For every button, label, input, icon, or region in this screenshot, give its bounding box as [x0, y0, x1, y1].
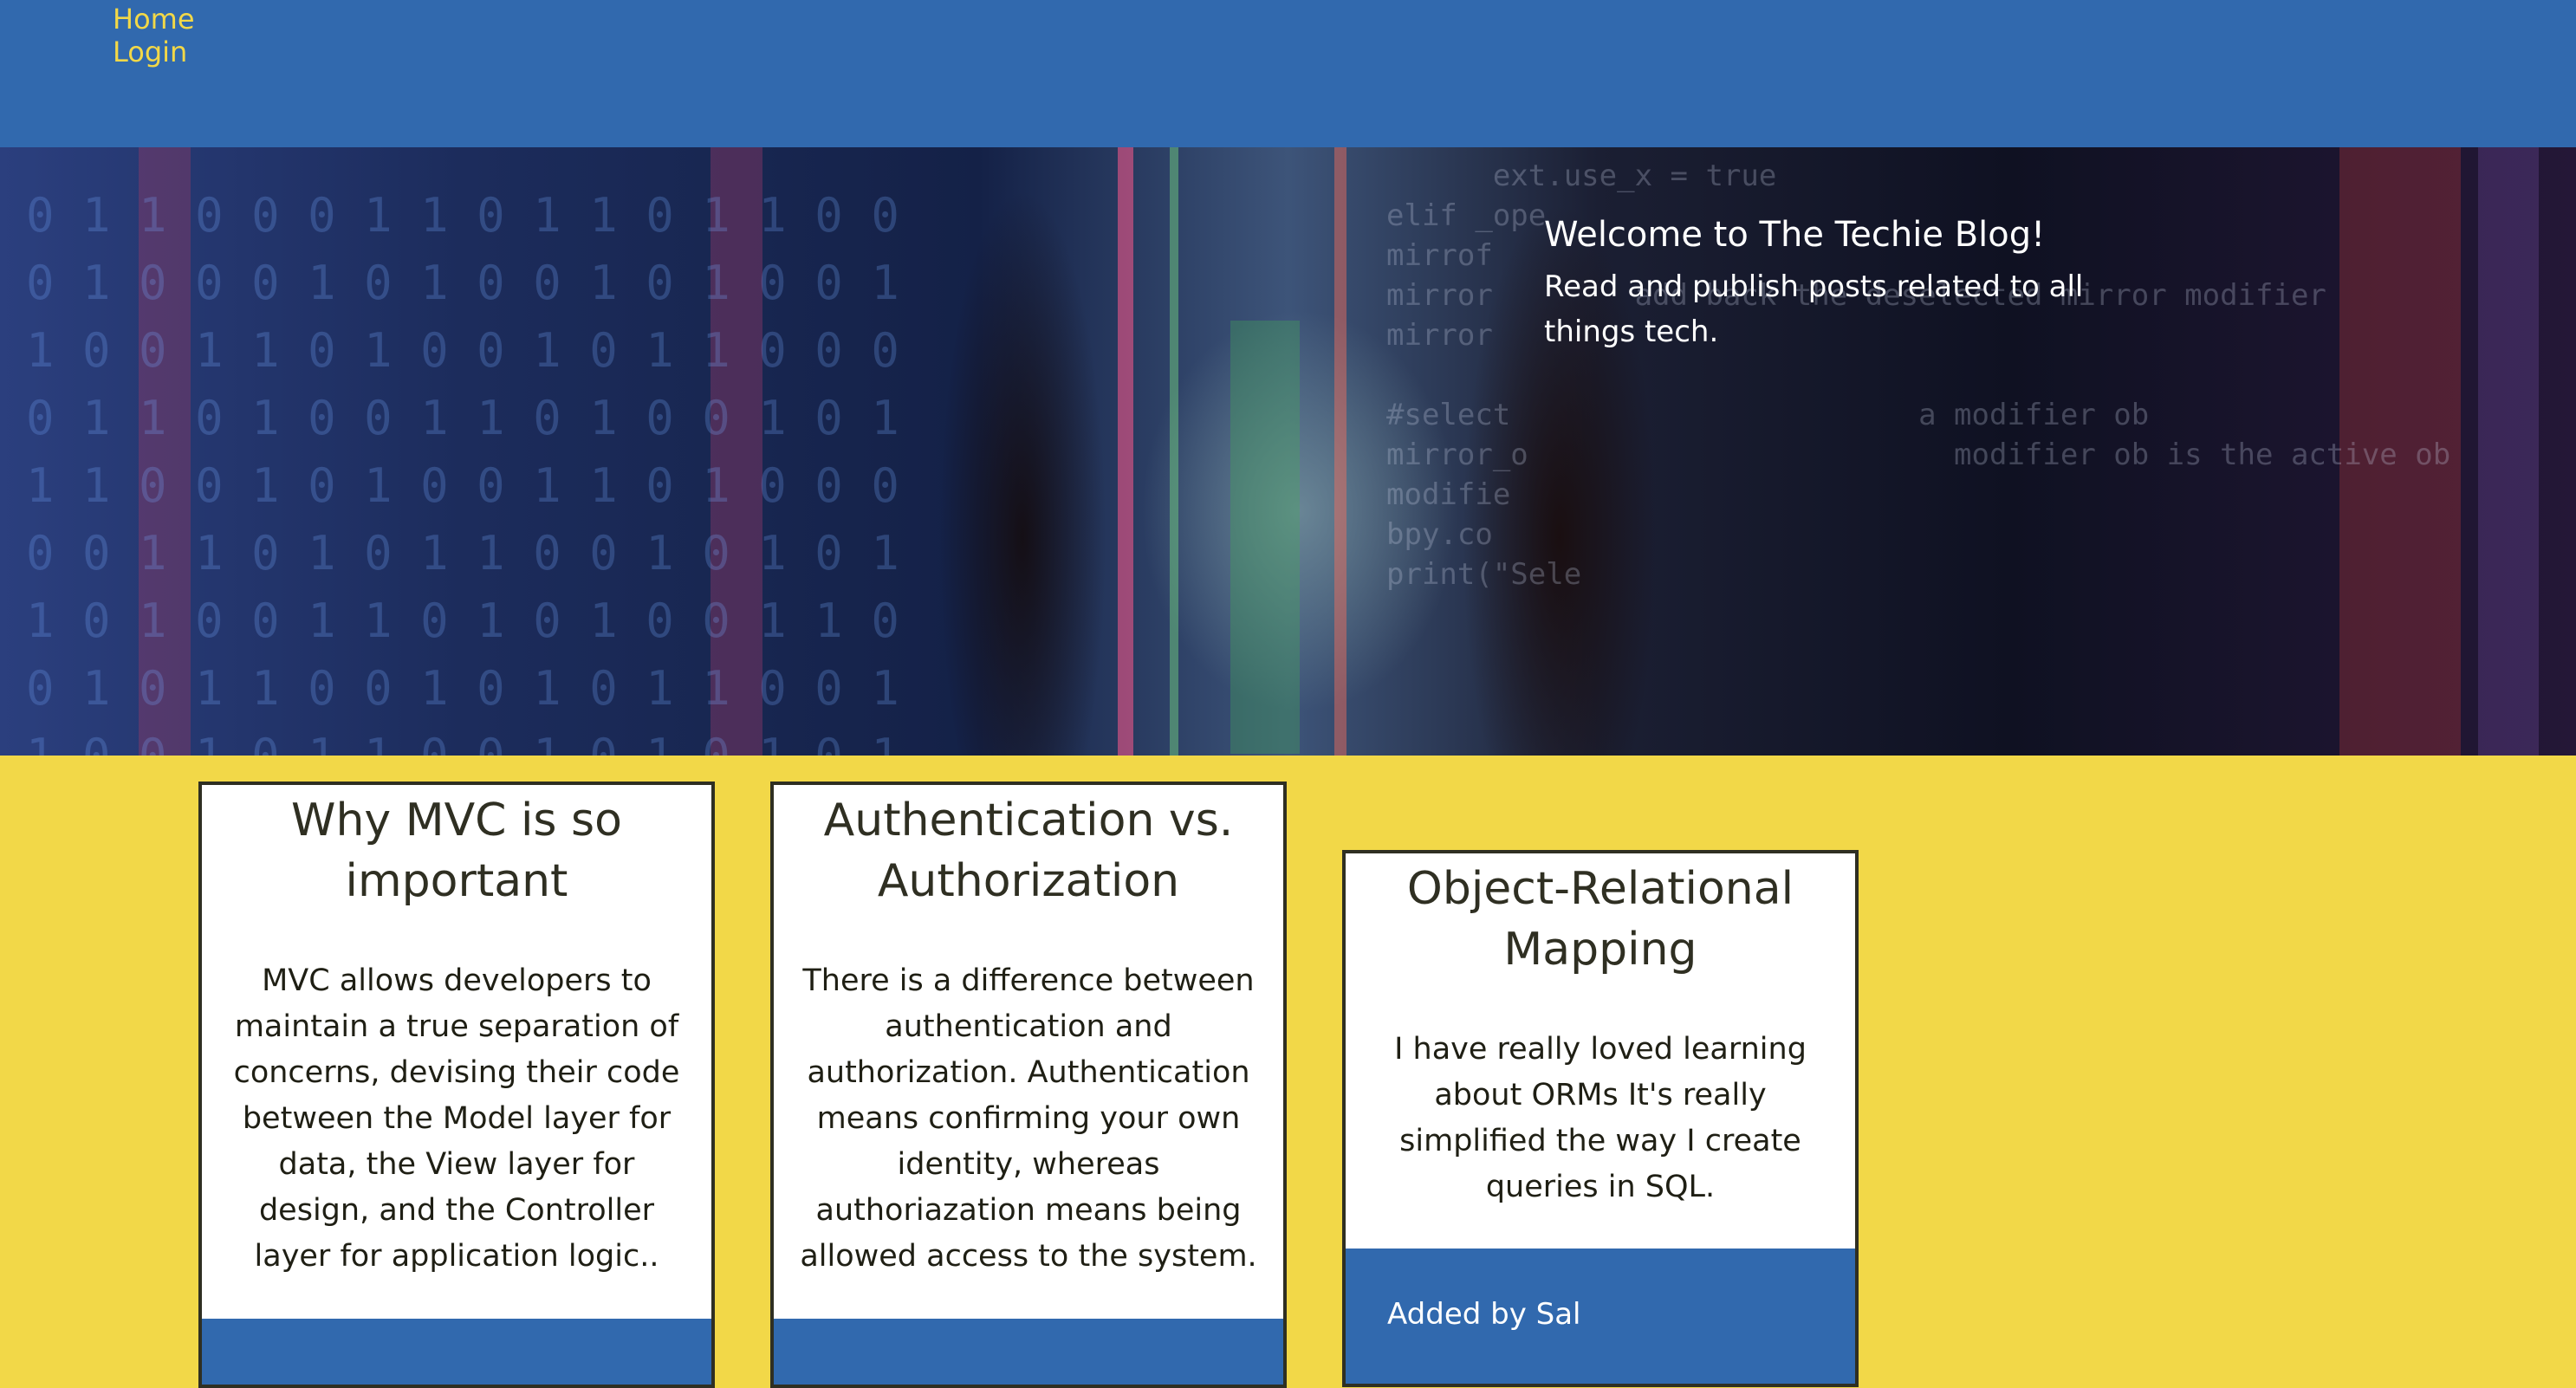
- post-footer: [202, 1319, 711, 1385]
- post-title[interactable]: Why MVC is so important: [202, 785, 711, 911]
- post-body: I have really loved learning about ORMs …: [1394, 1032, 1807, 1204]
- post-body: MVC allows developers to maintain a true…: [233, 963, 680, 1274]
- post-card[interactable]: Authentication vs. Authorization There i…: [770, 782, 1287, 1388]
- nav-login-link[interactable]: Login: [113, 36, 187, 68]
- post-card[interactable]: Object-Relational Mapping I have really …: [1342, 850, 1859, 1387]
- hero-title: Welcome to The Techie Blog!: [1544, 215, 2046, 255]
- hero-band-graphic: [1118, 147, 1133, 756]
- top-navigation: Home Login: [0, 0, 2576, 147]
- hero-band-graphic: [2478, 147, 2539, 756]
- hero-code-overlay: 0 1 1 0 0 0 1 1 0 1 1 0 1 1 0 0 0 1 0 0 …: [26, 188, 899, 756]
- post-footer: Added by Sal: [1346, 1249, 1855, 1384]
- hero-banner: 0 1 1 0 0 0 1 1 0 1 1 0 1 1 0 0 0 1 0 0 …: [0, 147, 2576, 756]
- post-body: There is a difference between authentica…: [800, 963, 1257, 1274]
- hero-band-graphic: [1334, 147, 1346, 756]
- hero-text-block: Welcome to The Techie Blog! Read and pub…: [1544, 212, 2151, 354]
- hero-subtitle: Read and publish posts related to all th…: [1544, 269, 2084, 349]
- post-title[interactable]: Authentication vs. Authorization: [774, 785, 1283, 911]
- nav-home-link[interactable]: Home: [113, 3, 195, 36]
- post-title[interactable]: Object-Relational Mapping: [1346, 853, 1855, 980]
- post-card[interactable]: Why MVC is so important MVC allows devel…: [198, 782, 715, 1388]
- hero-band-graphic: [1170, 147, 1178, 756]
- post-author: Added by Sal: [1387, 1297, 1581, 1332]
- post-footer: [774, 1319, 1283, 1385]
- hero-band-graphic: [1230, 321, 1300, 754]
